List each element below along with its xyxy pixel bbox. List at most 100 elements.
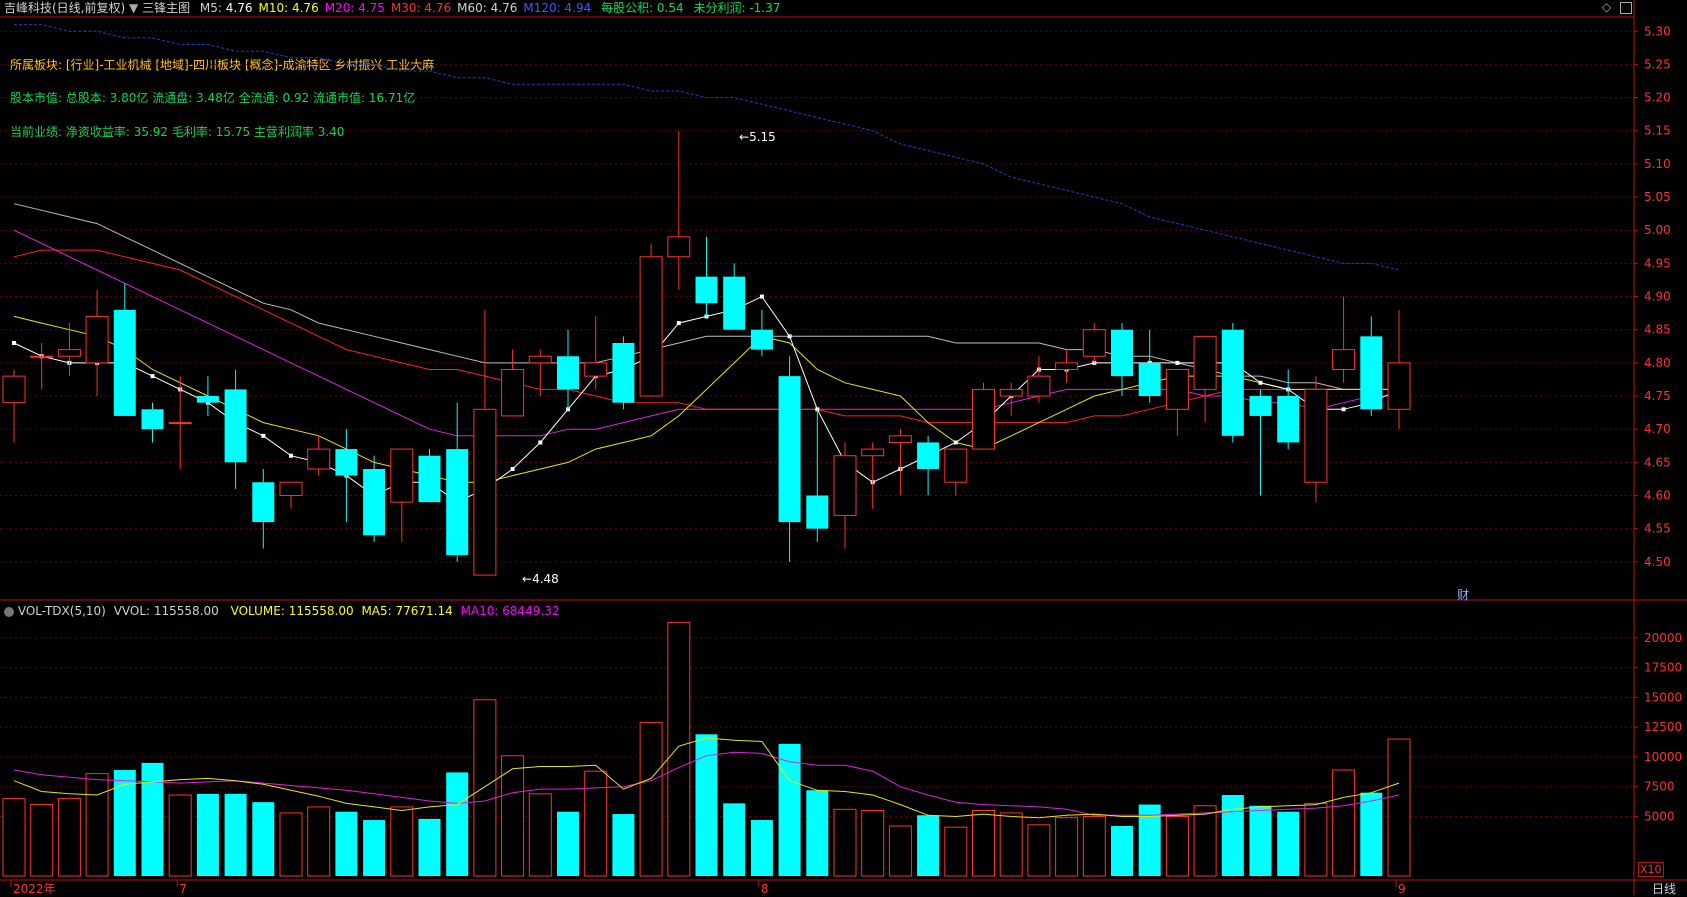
candle-body — [1027, 375, 1051, 397]
volume-bar — [806, 790, 829, 876]
volume-tick-label: 12500 — [1644, 720, 1682, 734]
date-label: 7 — [179, 882, 187, 895]
candle-body — [1221, 329, 1244, 436]
finance-marker[interactable]: 财 — [1457, 586, 1469, 603]
candle-body — [390, 448, 414, 503]
price-tick-label: 5.15 — [1644, 124, 1671, 138]
candle-body — [972, 388, 995, 450]
volume-bar — [307, 806, 331, 877]
volume-bar — [528, 793, 552, 877]
price-tick-label: 4.60 — [1644, 489, 1671, 503]
ma5-point — [1175, 360, 1180, 365]
volume-bar — [473, 699, 497, 877]
candle-body — [1387, 362, 1411, 410]
volume-bar — [168, 794, 192, 877]
price-tick-label: 4.95 — [1644, 256, 1671, 270]
candle-body — [196, 396, 219, 403]
price-tick-label: 4.70 — [1644, 422, 1671, 436]
ma5-point — [787, 334, 792, 339]
volume-bar — [750, 820, 773, 876]
volume-bar — [1082, 815, 1106, 877]
price-tick-label: 4.80 — [1644, 356, 1671, 370]
volume-bar — [1360, 792, 1383, 876]
volume-bar — [917, 815, 940, 876]
candle-body — [750, 329, 773, 350]
volume-bar — [833, 808, 857, 877]
volume-bar — [57, 798, 81, 877]
candle-body — [806, 495, 829, 529]
price-tick-label: 5.25 — [1644, 57, 1671, 71]
candlestick-chart[interactable]: 5.30 5.25 5.20 5.15 5.10 5.05 5.00 4.95 4.90 4.85… — [0, 0, 1687, 895]
candle-body — [363, 468, 386, 536]
volume-tick-label: 7500 — [1644, 780, 1675, 794]
volume-bar — [1027, 824, 1051, 877]
volume-bar — [557, 811, 579, 876]
candle-body — [695, 276, 718, 304]
candle-body — [1249, 396, 1272, 416]
price-tick-label: 5.05 — [1644, 190, 1671, 204]
price-tick-label: 4.85 — [1644, 323, 1671, 337]
candle-body — [723, 276, 746, 330]
volume-bar — [1332, 769, 1356, 877]
price-tick-label: 5.10 — [1644, 157, 1671, 171]
volume-bar — [584, 770, 608, 877]
volume-indicator-name[interactable]: VOL-TDX(5,10) — [18, 604, 106, 618]
ma120-line — [14, 24, 1400, 271]
volume-bar — [1387, 738, 1411, 877]
volume-bar — [1193, 805, 1217, 877]
ma5-point — [953, 440, 958, 445]
volume-bar — [418, 818, 441, 876]
volume-bar — [196, 793, 219, 876]
candle-body — [999, 388, 1023, 397]
volume-bar — [141, 762, 164, 876]
period-label[interactable]: 日线 — [1652, 880, 1676, 897]
candle-body — [667, 236, 691, 258]
candle-body — [861, 448, 885, 457]
vol-ma5-value: MA5: 77671.14 — [361, 604, 453, 618]
volume-bar — [999, 812, 1023, 877]
volume-bar — [1304, 802, 1328, 877]
candle-body — [30, 355, 54, 358]
price-tick-label: 4.75 — [1644, 389, 1671, 403]
candle-body — [113, 309, 136, 416]
volume-bar — [723, 803, 746, 876]
candle-body — [1332, 349, 1356, 371]
candle-body — [57, 349, 81, 357]
candle-body — [612, 342, 635, 403]
candle-body — [778, 376, 801, 523]
candle-body — [1165, 369, 1189, 410]
candle-body — [1055, 362, 1079, 371]
candle-body — [335, 449, 358, 476]
ma5-point — [1341, 407, 1346, 412]
candle-body — [224, 389, 247, 463]
volume-bar — [612, 814, 635, 876]
price-tick-label: 5.00 — [1644, 223, 1671, 237]
volume-value: VOLUME: 115558.00 — [230, 604, 354, 618]
volume-bar — [390, 806, 414, 877]
candle-body — [279, 481, 303, 497]
candle-body — [501, 369, 525, 417]
candle-body — [1277, 396, 1300, 443]
high-price-label: ←5.15 — [739, 130, 776, 144]
ma5-point — [150, 374, 155, 379]
candle-body — [1360, 336, 1383, 410]
volume-bar — [30, 804, 54, 877]
volume-tick-label: 10000 — [1644, 750, 1682, 764]
low-price-label: ←4.48 — [522, 572, 559, 586]
volume-tick-label: 5000 — [1644, 809, 1675, 823]
candle-body — [557, 356, 579, 390]
candle-body — [833, 455, 857, 516]
candle-body — [473, 408, 497, 576]
candle-body — [252, 482, 275, 523]
volume-tick-label: 15000 — [1644, 690, 1682, 704]
volume-bar — [252, 802, 275, 876]
date-label: 8 — [761, 882, 769, 895]
volume-tick-label: 17500 — [1644, 661, 1682, 675]
volume-bar — [446, 772, 469, 876]
candle-body — [944, 448, 968, 483]
volume-bar — [279, 812, 303, 877]
candle-body — [85, 315, 109, 364]
volume-collapse-icon[interactable] — [4, 606, 14, 617]
volume-bar — [1221, 795, 1244, 876]
volume-header: VOL-TDX(5,10) VVOL: 115558.00 VOLUME: 11… — [4, 603, 560, 619]
